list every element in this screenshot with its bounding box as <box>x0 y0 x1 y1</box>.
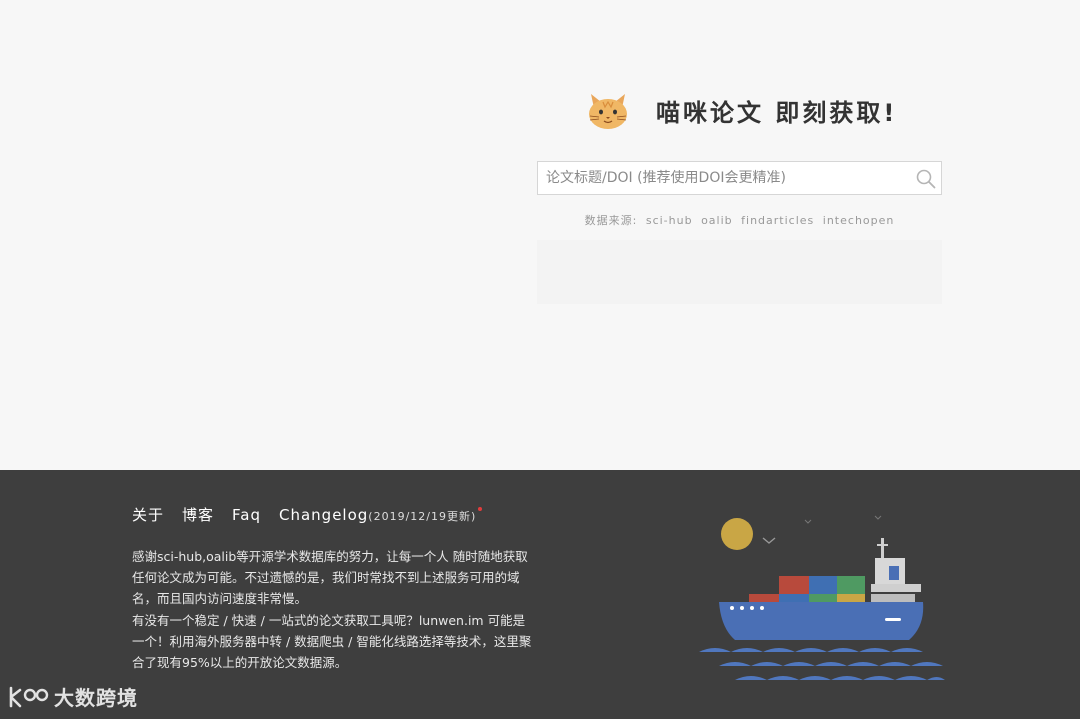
results-panel <box>537 240 942 304</box>
footer-nav: 关于 博客 Faq Changelog(2019/12/19更新) <box>132 504 500 525</box>
watermark-logo-icon <box>9 686 49 707</box>
bird-icon <box>804 519 812 524</box>
search-icon[interactable] <box>915 168 937 190</box>
update-dot <box>478 507 483 511</box>
search-box <box>537 161 942 195</box>
bird-icon <box>762 537 776 544</box>
nav-changelog-link[interactable]: Changelog(2019/12/19更新) <box>279 506 483 524</box>
bird-icon <box>874 515 882 520</box>
brand-title: 喵咪论文 即刻获取! <box>656 98 898 127</box>
watermark: 大数跨境 <box>8 682 138 711</box>
main-area: 喵咪论文 即刻获取! 数据来源: sci-hub oalib findartic… <box>0 0 1080 470</box>
pitch-paragraph: 有没有一个稳定 / 快速 / 一站式的论文获取工具呢？lunwen.im 可能是… <box>132 613 532 670</box>
source-sci-hub: sci-hub <box>645 214 693 227</box>
watermark-text: 大数跨境 <box>54 686 138 710</box>
brand: 喵咪论文 即刻获取! <box>586 88 897 132</box>
cat-logo-icon <box>589 94 627 129</box>
ship-illustration <box>699 515 945 680</box>
changelog-date: (2019/12/19更新) <box>368 510 477 523</box>
source-oalib: oalib <box>701 214 733 227</box>
nav-faq-link[interactable]: Faq <box>232 506 261 524</box>
intro-paragraph: 感谢sci-hub,oalib等开源学术数据库的努力，让每一个人 随时随地获取任… <box>132 549 528 606</box>
source-findarticles: findarticles <box>741 214 815 227</box>
nav-about-link[interactable]: 关于 <box>132 504 164 525</box>
source-intechopen: intechopen <box>822 214 895 227</box>
nav-blog-link[interactable]: 博客 <box>182 504 214 525</box>
data-sources: 数据来源: sci-hub oalib findarticles intecho… <box>537 212 942 228</box>
search-input[interactable] <box>538 162 924 194</box>
changelog-label: Changelog <box>279 506 369 524</box>
sun-icon <box>721 518 753 550</box>
footer: 关于 博客 Faq Changelog(2019/12/19更新) 感谢sci-… <box>0 470 1080 719</box>
sources-prefix: 数据来源: <box>584 214 638 227</box>
